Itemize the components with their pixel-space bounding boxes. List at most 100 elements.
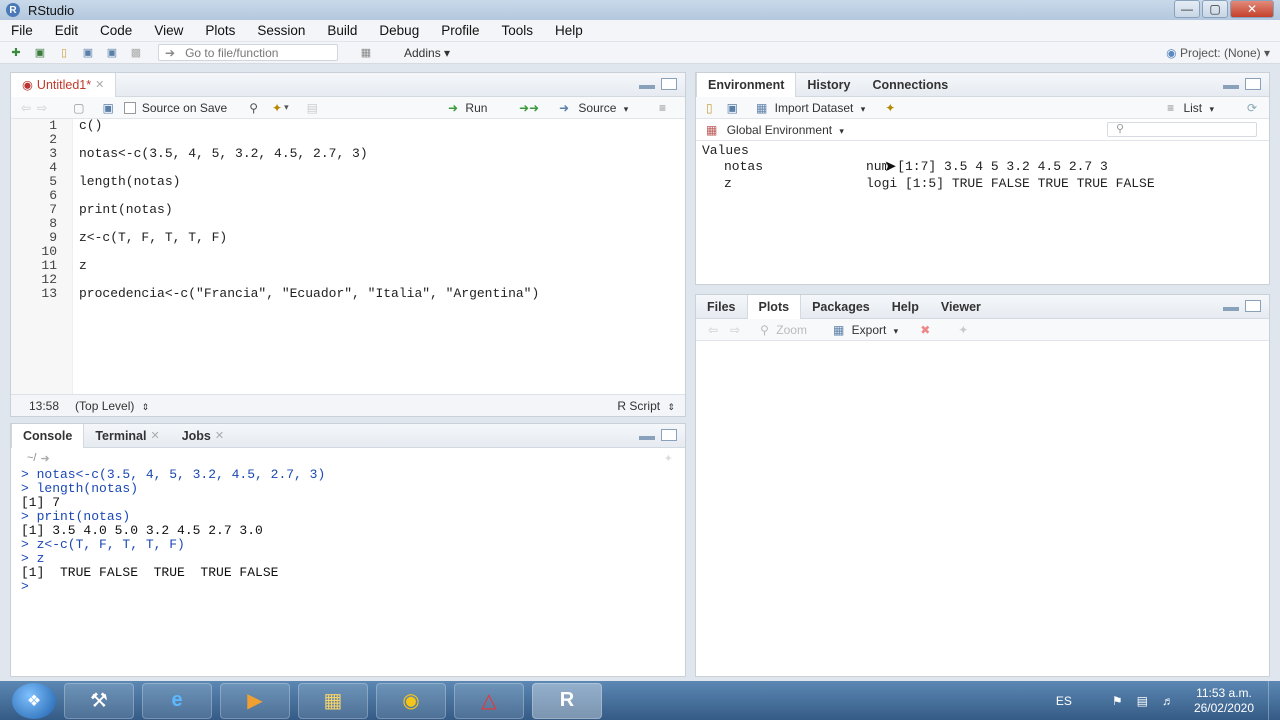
maximize-button[interactable]: ▢ [1202, 0, 1228, 18]
clear-plots-icon[interactable]: ✦ [958, 323, 968, 337]
menu-help[interactable]: Help [544, 23, 594, 38]
env-row-z[interactable]: z logi [1:5] TRUE FALSE TRUE TRUE FALSE [696, 176, 1269, 193]
code-line[interactable]: 13 procedencia<-c("Francia", "Ecuador", "… [11, 287, 681, 301]
grid-icon[interactable]: ▦ [358, 46, 374, 60]
project-button[interactable]: ◉ Project: (None) ▾ [1166, 46, 1270, 60]
close-terminal-icon[interactable]: ✕ [150, 429, 159, 442]
taskbar-acrobat[interactable]: △ [454, 682, 524, 719]
tab-files[interactable]: Files [696, 295, 747, 319]
code-line[interactable]: 7 print(notas) [11, 203, 681, 217]
tab-help[interactable]: Help [881, 295, 930, 319]
close-tab-icon[interactable]: ✕ [95, 78, 104, 91]
tab-environment[interactable]: Environment [696, 72, 797, 97]
code-line[interactable]: 8 [11, 217, 681, 231]
load-workspace-icon[interactable]: ▯ [706, 101, 713, 115]
go-to-directory-icon[interactable]: ➜ [40, 452, 49, 465]
global-environment-selector[interactable]: ▦ Global Environment ▾ [706, 123, 844, 137]
code-line[interactable]: 2 [11, 133, 681, 147]
tab-viewer[interactable]: Viewer [930, 295, 992, 319]
next-plot-icon[interactable]: ⇨ [730, 323, 740, 337]
back-icon[interactable]: ⇦ [21, 101, 31, 115]
menu-build[interactable]: Build [316, 23, 368, 38]
menu-view[interactable]: View [143, 23, 194, 38]
show-desktop-button[interactable] [1268, 681, 1280, 720]
code-line[interactable]: 4 [11, 161, 681, 175]
close-jobs-icon[interactable]: ✕ [215, 429, 224, 442]
taskbar-media-player[interactable]: ▶ [220, 682, 290, 719]
clock[interactable]: 11:53 a.m. 26/02/2020 [1194, 686, 1254, 716]
menu-debug[interactable]: Debug [368, 23, 430, 38]
refresh-icon[interactable]: ⟳ [1247, 101, 1257, 115]
taskbar-file-explorer[interactable]: ▦ [298, 682, 368, 719]
code-line[interactable]: 9 z<-c(T, F, T, T, F) [11, 231, 681, 245]
remove-plot-icon[interactable]: ✖ [920, 323, 930, 337]
save-all-icon[interactable]: ▣ [104, 46, 120, 60]
maximize-pane-button[interactable] [661, 78, 677, 90]
menu-code[interactable]: Code [89, 23, 143, 38]
console-output[interactable]: > notas<-c(3.5, 4, 5, 3.2, 4.5, 2.7, 3) >… [11, 468, 685, 668]
file-type-selector[interactable]: R Script ⇕ [617, 399, 675, 413]
code-line[interactable]: 3 notas<-c(3.5, 4, 5, 3.2, 4.5, 2.7, 3) [11, 147, 681, 161]
clear-environment-icon[interactable]: ✦ [885, 101, 895, 115]
list-view-button[interactable]: ≡ List ▾ [1167, 101, 1214, 115]
taskbar-internet-explorer[interactable]: e [142, 682, 212, 719]
previous-plot-icon[interactable]: ⇦ [708, 323, 718, 337]
scope-selector[interactable]: (Top Level) ⇕ [75, 399, 149, 413]
menu-profile[interactable]: Profile [430, 23, 490, 38]
tab-jobs[interactable]: Jobs ✕ [171, 424, 235, 448]
minimize-plots-button[interactable] [1223, 307, 1239, 311]
maximize-console-button[interactable] [661, 429, 677, 441]
minimize-pane-button[interactable] [639, 85, 655, 89]
zoom-button[interactable]: ⚲ Zoom [760, 323, 807, 337]
code-line[interactable]: 6 [11, 189, 681, 203]
export-button[interactable]: ▦ Export ▾ [833, 323, 898, 337]
tab-console[interactable]: Console [11, 423, 85, 448]
print-icon[interactable]: ▩ [128, 46, 144, 60]
close-button[interactable]: ✕ [1230, 0, 1274, 18]
menu-file[interactable]: File [0, 23, 44, 38]
minimize-environment-button[interactable] [1223, 85, 1239, 89]
code-editor[interactable]: 1 c() 2 3 notas<-c(3.5, 4, 5, 3.2, 4.5, 2.7,… [11, 119, 685, 395]
code-line[interactable]: 10 [11, 245, 681, 259]
rerun-icon[interactable]: ➜➜ [519, 101, 539, 115]
code-line[interactable]: 12 [11, 273, 681, 287]
open-folder-icon[interactable]: ▯ [56, 46, 72, 60]
code-line[interactable]: 5 length(notas) [11, 175, 681, 189]
tab-packages[interactable]: Packages [801, 295, 881, 319]
source-button[interactable]: ➜ Source ▾ [559, 101, 628, 115]
start-button[interactable]: ❖ [12, 682, 56, 719]
show-in-window-icon[interactable]: ▢ [73, 101, 84, 115]
find-icon[interactable]: ⚲ [249, 101, 258, 115]
taskbar-chrome[interactable]: ◉ [376, 682, 446, 719]
compile-report-icon[interactable]: ▤ [307, 101, 318, 115]
new-file-icon[interactable]: ✚ [8, 46, 24, 60]
volume-icon[interactable]: ♬ [1162, 694, 1174, 708]
editor-save-icon[interactable]: ▣ [102, 101, 113, 115]
flag-icon[interactable]: ⚑ [1112, 694, 1123, 708]
menu-tools[interactable]: Tools [490, 23, 544, 38]
tab-connections[interactable]: Connections [861, 73, 959, 97]
clear-console-icon[interactable]: ✦ [664, 452, 673, 465]
outline-icon[interactable]: ≡ [659, 101, 666, 115]
taskbar-app-tools[interactable]: ⚒ [64, 682, 134, 719]
new-project-icon[interactable]: ▣ [32, 46, 48, 60]
taskbar-rstudio[interactable]: R [532, 682, 602, 719]
wand-icon[interactable]: ✦ [272, 101, 282, 115]
wand-dropdown-icon[interactable]: ▾ [284, 102, 289, 113]
save-workspace-icon[interactable]: ▣ [727, 101, 738, 115]
import-dataset-button[interactable]: ▦ Import Dataset ▾ [756, 101, 865, 115]
tab-plots[interactable]: Plots [746, 294, 802, 319]
network-icon[interactable]: ▤ [1137, 694, 1148, 708]
language-indicator[interactable]: ES [1056, 694, 1072, 708]
tab-terminal[interactable]: Terminal ✕ [84, 424, 170, 448]
save-icon[interactable]: ▣ [80, 46, 96, 60]
goto-file-input[interactable]: ➔ Go to file/function [158, 44, 338, 61]
tab-history[interactable]: History [796, 73, 861, 97]
tab-untitled1[interactable]: ◉ Untitled1* ✕ [11, 72, 117, 97]
minimize-button[interactable]: — [1174, 0, 1200, 18]
env-row-notas[interactable]: notas num [1:7] 3.5 4 5 3.2 4.5 2.7 3 [696, 159, 1269, 176]
source-on-save-checkbox[interactable] [123, 101, 136, 114]
code-line[interactable]: 11 z [11, 259, 681, 273]
menu-session[interactable]: Session [246, 23, 316, 38]
minimize-console-button[interactable] [639, 436, 655, 440]
